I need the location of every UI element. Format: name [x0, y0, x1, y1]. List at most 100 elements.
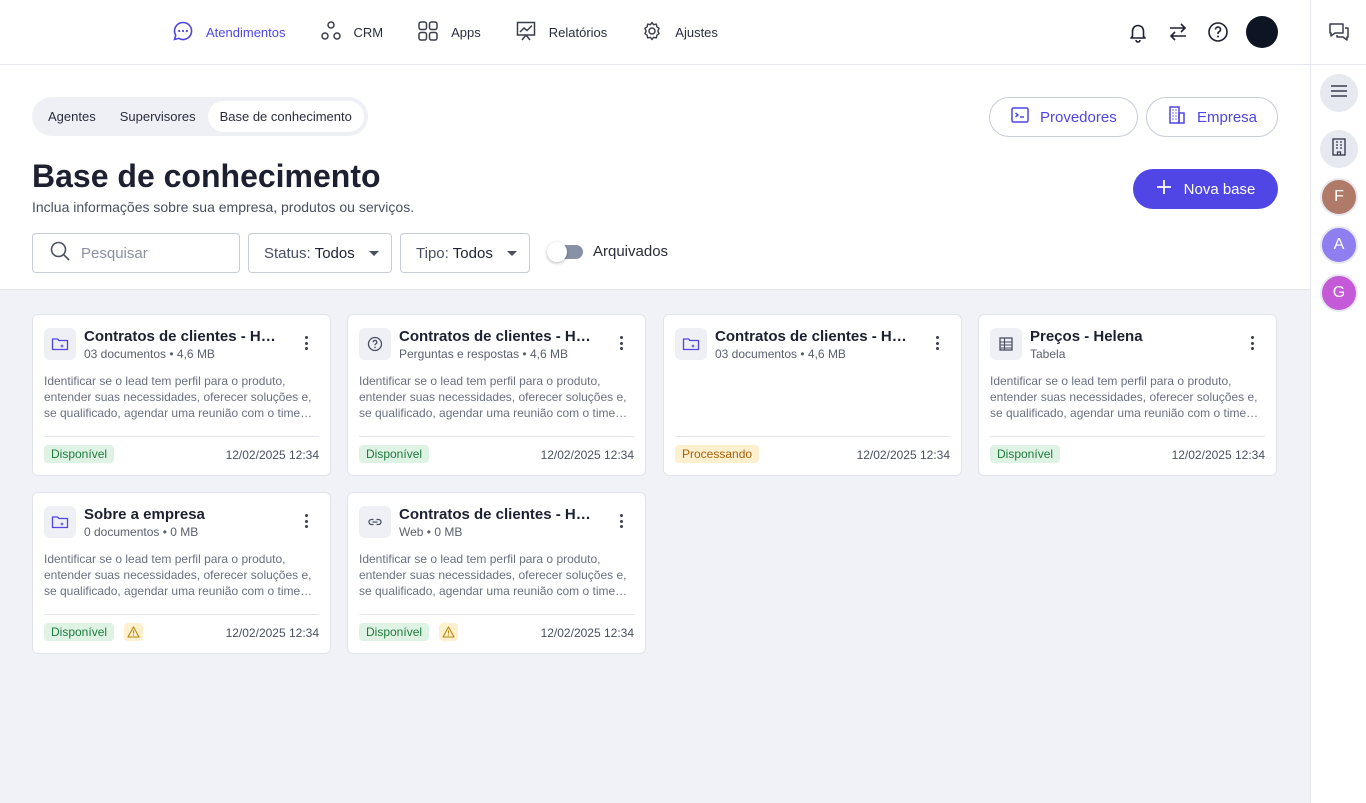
rail-avatar-1[interactable]: F [1320, 178, 1358, 216]
archived-toggle[interactable]: Arquivados [547, 241, 669, 262]
providers-button[interactable]: Provedores [989, 97, 1138, 137]
search-icon [49, 240, 71, 267]
knowledge-card[interactable]: Contratos de clientes - Helena 03 docume… [32, 314, 331, 476]
status-filter-value: Todos [314, 244, 355, 262]
status-badge: Disponível [359, 623, 430, 641]
card-description: Identificar se o lead tem perfil para o … [359, 552, 627, 598]
card-description: Identificar se o lead tem perfil para o … [990, 374, 1258, 420]
building-icon [1167, 105, 1197, 129]
knowledge-card[interactable]: Contratos de clientes - Helena 03 docume… [663, 314, 962, 476]
status-badge: Processando [675, 445, 760, 463]
knowledge-card[interactable]: Contratos de clientes - Helena Web • 0 M… [347, 492, 646, 654]
tab-supervisores[interactable]: Supervisores [108, 101, 208, 132]
warning-icon[interactable] [439, 623, 458, 641]
knowledge-base-grid: Contratos de clientes - Helena 03 docume… [0, 289, 1310, 803]
card-divider [675, 436, 950, 437]
status-badge: Disponível [359, 445, 430, 463]
card-title: Contratos de clientes - Helena [399, 506, 599, 523]
card-divider [359, 614, 634, 615]
nav-label: Apps [451, 24, 481, 40]
card-date: 12/02/2025 12:34 [540, 626, 634, 640]
rail-avatar-3[interactable]: G [1320, 274, 1358, 312]
type-filter-value: Todos [452, 244, 493, 262]
company-rail-button[interactable] [1320, 130, 1358, 168]
knowledge-card[interactable]: Sobre a empresa 0 documentos • 0 MB Iden… [32, 492, 331, 654]
more-options-icon[interactable] [1251, 335, 1254, 351]
chat-bubble-icon [172, 20, 206, 45]
nav-item-crm[interactable]: CRM [320, 19, 383, 45]
card-divider [359, 436, 634, 437]
more-options-icon[interactable] [305, 513, 308, 529]
chat-bubbles-icon[interactable] [1327, 20, 1351, 49]
table-icon [990, 328, 1022, 360]
page-title: Base de conhecimento [32, 158, 381, 194]
company-button[interactable]: Empresa [1146, 97, 1278, 137]
rail-divider [1311, 64, 1366, 65]
gear-icon [641, 20, 675, 45]
warning-icon[interactable] [124, 623, 143, 641]
card-meta: 0 documentos • 0 MB [84, 525, 199, 539]
card-date: 12/02/2025 12:34 [856, 448, 950, 462]
card-description: Identificar se o lead tem perfil para o … [44, 374, 312, 420]
user-avatar[interactable] [1246, 16, 1278, 48]
type-filter-select[interactable]: Tipo: Todos [400, 233, 530, 273]
bell-icon[interactable] [1126, 20, 1150, 44]
card-meta: Tabela [1030, 347, 1066, 361]
card-divider [990, 436, 1265, 437]
question-circle-icon [359, 328, 391, 360]
terminal-icon [1010, 105, 1040, 129]
tab-agentes[interactable]: Agentes [36, 101, 108, 132]
more-options-icon[interactable] [620, 513, 623, 529]
toggle-track[interactable] [547, 241, 583, 262]
folder-sparkle-icon [44, 328, 76, 360]
more-options-icon[interactable] [305, 335, 308, 351]
search-input[interactable] [81, 244, 221, 262]
card-meta: Perguntas e respostas • 4,6 MB [399, 347, 568, 361]
nav-label: Atendimentos [206, 24, 286, 40]
card-date: 12/02/2025 12:34 [225, 626, 319, 640]
card-meta: Web • 0 MB [399, 525, 463, 539]
nav-item-relatorios[interactable]: Relatórios [515, 19, 608, 45]
main-nav: Atendimentos CRM Apps Relatórios Ajustes [172, 19, 752, 45]
rail-avatar-2[interactable]: A [1320, 226, 1358, 264]
nodes-icon [320, 20, 354, 45]
card-title: Sobre a empresa [84, 506, 205, 523]
status-filter-select[interactable]: Status: Todos [248, 233, 392, 273]
help-circle-icon[interactable] [1206, 20, 1230, 44]
card-date: 12/02/2025 12:34 [225, 448, 319, 462]
knowledge-card[interactable]: Preços - Helena Tabela Identificar se o … [978, 314, 1277, 476]
link-icon [359, 506, 391, 538]
status-filter-label: Status: [264, 244, 311, 262]
nav-label: Relatórios [548, 24, 608, 40]
card-date: 12/02/2025 12:34 [540, 448, 634, 462]
card-divider [44, 436, 319, 437]
card-date: 12/02/2025 12:34 [1171, 448, 1265, 462]
new-base-label: Nova base [1183, 180, 1256, 198]
swap-arrows-icon[interactable] [1166, 20, 1190, 44]
caret-down-icon [506, 250, 517, 256]
archived-label: Arquivados [593, 243, 669, 260]
menu-button[interactable] [1320, 74, 1358, 112]
nav-label: Ajustes [675, 24, 718, 40]
card-title: Contratos de clientes - Helena [715, 328, 915, 345]
card-title: Preços - Helena [1030, 328, 1143, 345]
more-options-icon[interactable] [936, 335, 939, 351]
nav-item-apps[interactable]: Apps [417, 19, 481, 45]
top-actions [1110, 16, 1278, 48]
card-title: Contratos de clientes - Helena [399, 328, 599, 345]
nav-item-ajustes[interactable]: Ajustes [641, 19, 718, 45]
more-options-icon[interactable] [620, 335, 623, 351]
knowledge-card[interactable]: Contratos de clientes - Helena Perguntas… [347, 314, 646, 476]
status-badge: Disponível [44, 445, 115, 463]
company-label: Empresa [1197, 108, 1258, 126]
card-description: Identificar se o lead tem perfil para o … [44, 552, 312, 598]
chart-board-icon [515, 20, 549, 45]
tab-base-de-conhecimento[interactable]: Base de conhecimento [207, 101, 364, 132]
new-base-button[interactable]: Nova base [1133, 169, 1278, 209]
card-title: Contratos de clientes - Helena [84, 328, 284, 345]
plus-icon [1156, 179, 1184, 199]
segmented-tabs: Agentes Supervisores Base de conheciment… [32, 97, 368, 136]
right-rail: F A G [1310, 0, 1366, 803]
card-divider [44, 614, 319, 615]
nav-item-atendimentos[interactable]: Atendimentos [172, 19, 286, 45]
